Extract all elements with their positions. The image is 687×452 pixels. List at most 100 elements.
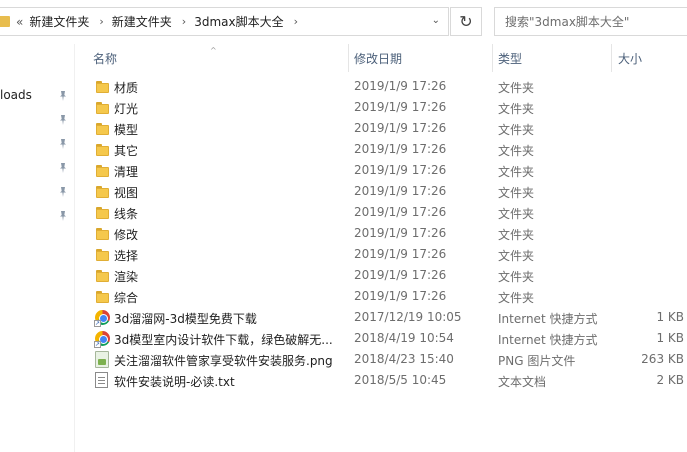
overflow-chevron-icon[interactable]: « xyxy=(16,15,23,29)
file-type: 文件夹 xyxy=(498,270,535,284)
breadcrumb-3[interactable]: 3dmax脚本大全 xyxy=(194,13,283,30)
file-date: 2019/1/9 17:26 xyxy=(354,184,447,198)
file-type: 文件夹 xyxy=(498,165,535,179)
file-row[interactable]: 其它 2019/1/9 17:26 文件夹 xyxy=(0,139,687,160)
file-row[interactable]: 清理 2019/1/9 17:26 文件夹 xyxy=(0,160,687,181)
file-name: 视图 xyxy=(114,186,139,200)
refresh-button[interactable]: ↻ xyxy=(450,7,482,36)
file-type: PNG 图片文件 xyxy=(498,354,576,368)
folder-icon xyxy=(96,165,109,177)
folder-icon xyxy=(96,228,109,240)
file-date: 2019/1/9 17:26 xyxy=(354,226,447,240)
file-date: 2018/4/23 15:40 xyxy=(354,352,454,366)
file-row[interactable]: 修改 2019/1/9 17:26 文件夹 xyxy=(0,223,687,244)
file-name: 软件安装说明-必读.txt xyxy=(114,375,235,389)
file-name: 关注溜溜软件管家享受软件安装服务.png xyxy=(114,354,333,368)
folder-icon xyxy=(96,186,109,198)
file-type: 文件夹 xyxy=(498,291,535,305)
column-header-name[interactable]: 名称 xyxy=(93,44,117,72)
file-type: 文件夹 xyxy=(498,81,535,95)
file-date: 2019/1/9 17:26 xyxy=(354,247,447,261)
file-name: 渲染 xyxy=(114,270,139,284)
file-type: 文件夹 xyxy=(498,249,535,263)
file-type: 文件夹 xyxy=(498,186,535,200)
file-name: 灯光 xyxy=(114,102,139,116)
file-size: 263 KB xyxy=(641,352,684,366)
file-date: 2019/1/9 17:26 xyxy=(354,205,447,219)
file-name: 模型 xyxy=(114,123,139,137)
address-bar[interactable]: « 新建文件夹 › 新建文件夹 › 3dmax脚本大全 › ⌄ xyxy=(0,7,449,36)
refresh-icon: ↻ xyxy=(459,12,473,31)
chrome-shortcut-icon: ↗ xyxy=(94,331,110,348)
file-row[interactable]: 线条 2019/1/9 17:26 文件夹 xyxy=(0,202,687,223)
sort-caret-icon: ^ xyxy=(210,46,217,55)
file-type: 文件夹 xyxy=(498,207,535,221)
column-header-size-label: 大小 xyxy=(618,51,643,66)
column-divider[interactable] xyxy=(492,44,493,72)
file-date: 2019/1/9 17:26 xyxy=(354,268,447,282)
file-name: 线条 xyxy=(114,207,139,221)
text-file-icon xyxy=(95,372,108,388)
column-divider[interactable] xyxy=(611,44,612,72)
breadcrumb-1[interactable]: 新建文件夹 xyxy=(29,13,89,30)
column-header-type[interactable]: 类型 xyxy=(498,44,522,72)
file-type: 文件夹 xyxy=(498,228,535,242)
file-row[interactable]: 视图 2019/1/9 17:26 文件夹 xyxy=(0,181,687,202)
address-row: « 新建文件夹 › 新建文件夹 › 3dmax脚本大全 › ⌄ ↻ 搜索"3dm… xyxy=(0,0,687,44)
file-type: Internet 快捷方式 xyxy=(498,333,598,347)
folder-icon xyxy=(96,144,109,156)
file-name: 修改 xyxy=(114,228,139,242)
file-date: 2019/1/9 17:26 xyxy=(354,121,447,135)
folder-icon xyxy=(96,249,109,261)
file-row[interactable]: 材质 2019/1/9 17:26 文件夹 xyxy=(0,76,687,97)
folder-icon xyxy=(96,102,109,114)
file-size: 1 KB xyxy=(656,331,684,345)
file-row[interactable]: 综合 2019/1/9 17:26 文件夹 xyxy=(0,286,687,307)
search-input[interactable]: 搜索"3dmax脚本大全" xyxy=(494,7,687,36)
file-type: 文件夹 xyxy=(498,102,535,116)
address-dropdown-icon[interactable]: ⌄ xyxy=(432,15,440,26)
folder-icon xyxy=(0,16,10,27)
folder-icon xyxy=(96,81,109,93)
file-row[interactable]: 关注溜溜软件管家享受软件安装服务.png 2018/4/23 15:40 PNG 图… xyxy=(0,349,687,370)
file-name: 3d溜溜网-3d模型免费下载 xyxy=(114,312,257,326)
folder-icon xyxy=(96,291,109,303)
file-date: 2019/1/9 17:26 xyxy=(354,289,447,303)
file-size: 1 KB xyxy=(656,310,684,324)
file-size: 2 KB xyxy=(656,373,684,387)
file-row[interactable]: 渲染 2019/1/9 17:26 文件夹 xyxy=(0,265,687,286)
file-row[interactable]: 软件安装说明-必读.txt 2018/5/5 10:45 文本文档 2 KB xyxy=(0,370,687,391)
column-header-size[interactable]: 大小 xyxy=(618,44,642,72)
file-date: 2018/5/5 10:45 xyxy=(354,373,447,387)
column-header-name-label: 名称 xyxy=(93,51,118,66)
file-date: 2017/12/19 10:05 xyxy=(354,310,462,324)
file-name: 3d模型室内设计软件下载，绿色破解无... xyxy=(114,333,333,347)
file-name: 其它 xyxy=(114,144,139,158)
folder-icon xyxy=(96,270,109,282)
file-date: 2019/1/9 17:26 xyxy=(354,100,447,114)
file-row[interactable]: ↗ 3d模型室内设计软件下载，绿色破解无... 2018/4/19 10:54 Int… xyxy=(0,328,687,349)
file-row[interactable]: 灯光 2019/1/9 17:26 文件夹 xyxy=(0,97,687,118)
png-file-icon xyxy=(95,351,109,368)
file-type: Internet 快捷方式 xyxy=(498,312,598,326)
file-type: 文本文档 xyxy=(498,375,547,389)
file-row[interactable]: 选择 2019/1/9 17:26 文件夹 xyxy=(0,244,687,265)
file-name: 清理 xyxy=(114,165,139,179)
column-divider[interactable] xyxy=(348,44,349,72)
file-type: 文件夹 xyxy=(498,123,535,137)
file-name: 材质 xyxy=(114,81,139,95)
breadcrumb-separator-icon[interactable]: › xyxy=(294,15,298,28)
file-row[interactable]: ↗ 3d溜溜网-3d模型免费下载 2017/12/19 10:05 Internet … xyxy=(0,307,687,328)
file-date: 2019/1/9 17:26 xyxy=(354,163,447,177)
file-row[interactable]: 模型 2019/1/9 17:26 文件夹 xyxy=(0,118,687,139)
column-header-date-label: 修改日期 xyxy=(354,51,403,66)
breadcrumb-2[interactable]: 新建文件夹 xyxy=(112,13,172,30)
breadcrumb-separator-icon[interactable]: › xyxy=(99,15,103,28)
column-header-type-label: 类型 xyxy=(498,51,523,66)
column-header-date[interactable]: 修改日期 xyxy=(354,44,402,72)
file-name: 综合 xyxy=(114,291,139,305)
chrome-shortcut-icon: ↗ xyxy=(94,310,110,327)
breadcrumb-separator-icon[interactable]: › xyxy=(182,15,186,28)
file-date: 2019/1/9 17:26 xyxy=(354,79,447,93)
search-placeholder: 搜索"3dmax脚本大全" xyxy=(505,15,630,29)
